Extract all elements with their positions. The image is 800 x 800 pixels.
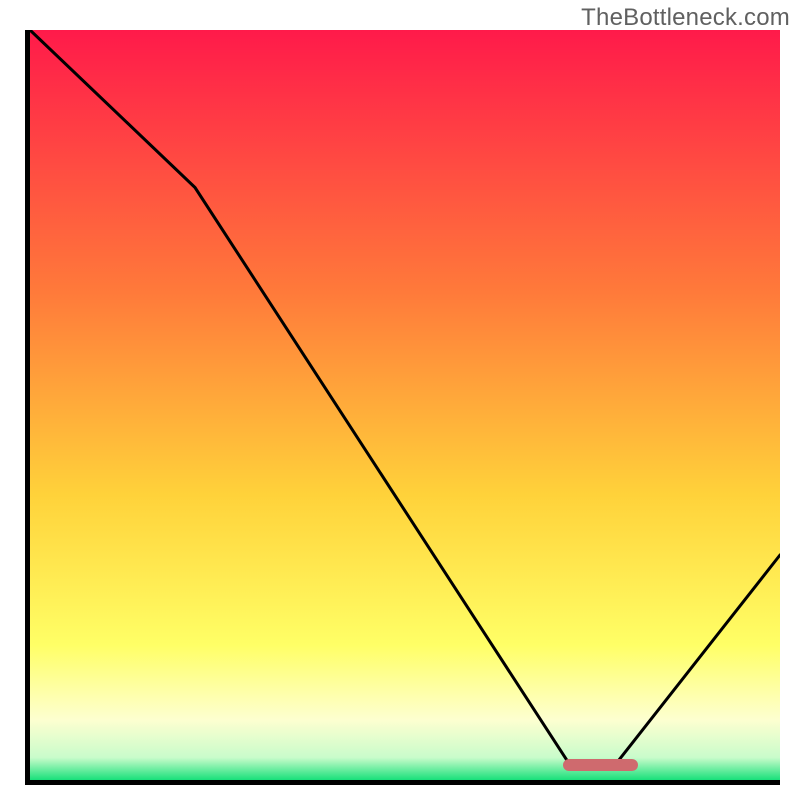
gradient-background xyxy=(30,30,780,780)
optimal-range-marker xyxy=(563,759,638,771)
watermark-text: TheBottleneck.com xyxy=(581,4,790,32)
chart-frame: TheBottleneck.com xyxy=(0,0,800,800)
plot-area xyxy=(25,30,780,785)
plot-svg xyxy=(30,30,780,780)
